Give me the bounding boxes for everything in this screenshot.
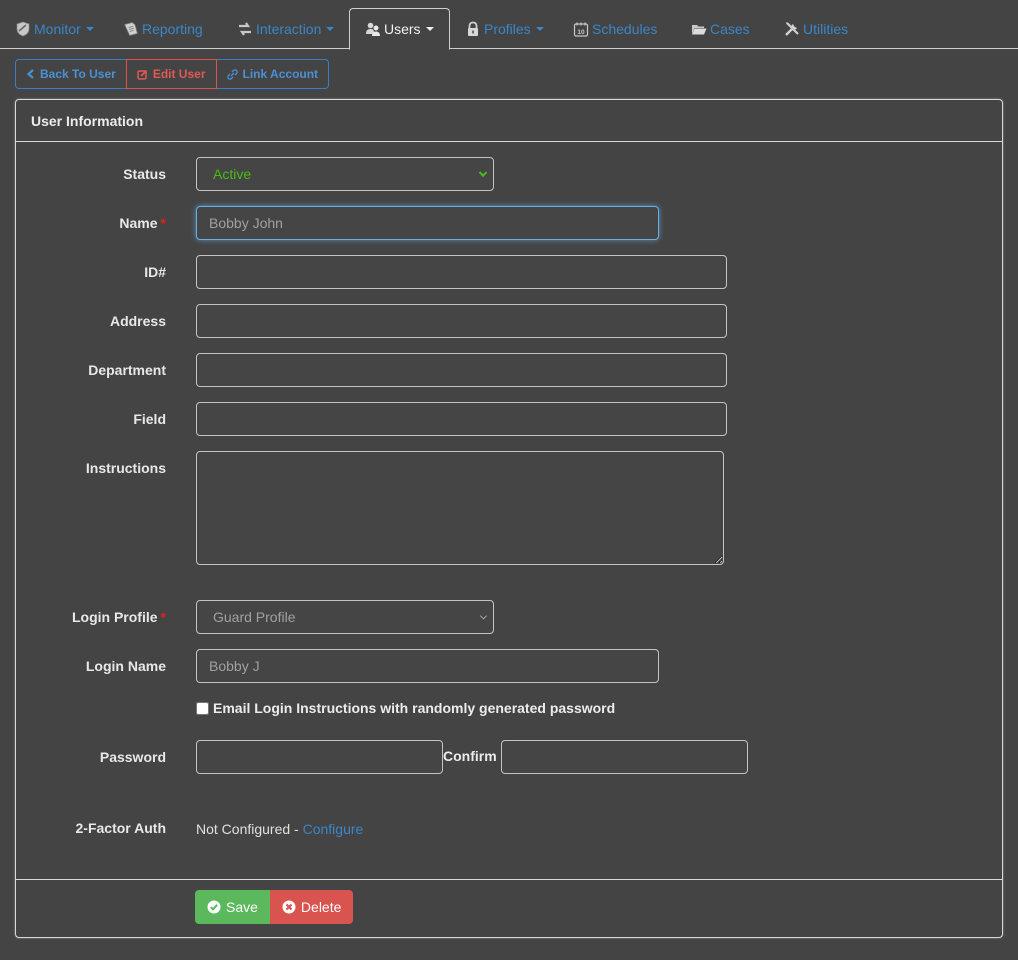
two-factor-status: Not Configured - [196,821,303,837]
login-profile-label: Login Profile * [16,609,166,625]
nav-cases-label: Cases [710,20,750,37]
password-label: Password [99,749,166,765]
nav-users[interactable]: Users [349,8,450,50]
confirm-label: Confirm [443,748,497,764]
status-label: Status [123,166,166,182]
chevron-down-icon [85,26,94,31]
edit-user-label: Edit User [152,67,206,81]
nav-monitor-label: Monitor [34,20,81,37]
nav-profiles[interactable]: Profiles [465,8,544,49]
main-navbar: Monitor Reporting Interaction Users Prof… [0,0,1018,50]
required-marker: * [160,609,166,625]
status-select[interactable]: Active [196,157,494,191]
address-label: Address [109,313,166,329]
link-account-button[interactable]: Link Account [215,59,330,89]
link-account-label: Link Account [242,67,319,81]
required-marker: * [160,215,166,231]
nav-reporting-label: Reporting [142,20,203,37]
back-to-user-button[interactable]: Back To User [15,59,127,89]
check-circle-icon [207,900,221,914]
chevron-left-icon [26,69,34,79]
nav-profiles-label: Profiles [484,20,531,37]
address-input[interactable] [196,304,727,338]
login-name-input[interactable] [196,649,659,683]
link-icon [226,68,238,80]
field-label: Field [133,411,166,427]
instructions-label: Instructions [85,460,166,476]
name-label: Name * [16,215,166,231]
name-label-text: Name [119,215,158,231]
calendar-icon: 10 [573,22,589,37]
email-instructions-checkbox[interactable] [196,701,209,715]
nav-schedules[interactable]: 10 Schedules [573,8,657,49]
login-profile-select-wrapper: Guard Profile [196,600,494,634]
delete-button[interactable]: Delete [269,890,354,924]
nav-users-label: Users [384,21,421,37]
users-icon [366,22,380,36]
user-actions-group: Back To User Edit User Link Account [15,59,330,89]
email-instructions-option[interactable]: Email Login Instructions with randomly g… [196,700,615,716]
calendar-day: 10 [577,29,585,36]
panel-footer: Save Delete [16,879,1002,937]
folder-open-icon [692,24,707,34]
department-input[interactable] [196,353,727,387]
delete-label: Delete [300,899,342,915]
times-circle-icon [282,900,296,914]
login-profile-label-text: Login Profile [71,609,158,625]
password-input[interactable] [196,740,443,774]
department-label: Department [88,362,166,378]
back-to-user-label: Back To User [40,67,116,81]
exchange-arrows-icon [239,21,251,36]
chevron-down-icon [425,27,434,31]
login-name-label: Login Name [85,658,166,674]
user-information-panel: User Information Status Active Name* ID#… [15,99,1003,938]
report-document-icon [124,21,138,36]
nav-utilities[interactable]: Utilities [784,8,848,49]
chevron-down-icon [326,26,335,31]
status-select-wrapper: Active [196,157,494,191]
nav-interaction[interactable]: Interaction [237,8,335,49]
field-input[interactable] [196,402,727,436]
id-label: ID# [144,264,166,280]
edit-icon [137,69,147,80]
panel-title: User Information [16,100,1002,142]
login-profile-select[interactable]: Guard Profile [196,600,494,634]
nav-schedules-label: Schedules [592,20,658,37]
nav-reporting[interactable]: Reporting [123,8,203,49]
lock-icon [468,21,478,36]
save-label: Save [226,899,258,915]
instructions-textarea[interactable] [196,451,724,565]
nav-monitor[interactable]: Monitor [15,8,94,49]
id-input[interactable] [196,255,727,289]
name-input[interactable] [196,206,659,240]
tools-icon [785,21,799,36]
email-instructions-label: Email Login Instructions with randomly g… [213,700,616,716]
save-button[interactable]: Save [195,890,270,924]
nav-interaction-label: Interaction [256,20,322,37]
two-factor-value: Not Configured - Configure [196,821,363,837]
edit-user-button[interactable]: Edit User [125,59,217,89]
shield-icon [16,21,30,36]
form-actions: Save Delete [195,890,354,924]
chevron-down-icon [535,26,544,31]
configure-link[interactable]: Configure [303,821,364,837]
nav-utilities-label: Utilities [803,20,849,37]
confirm-password-input[interactable] [501,740,748,774]
nav-cases[interactable]: Cases [691,8,750,49]
two-factor-label: 2-Factor Auth [75,820,166,836]
